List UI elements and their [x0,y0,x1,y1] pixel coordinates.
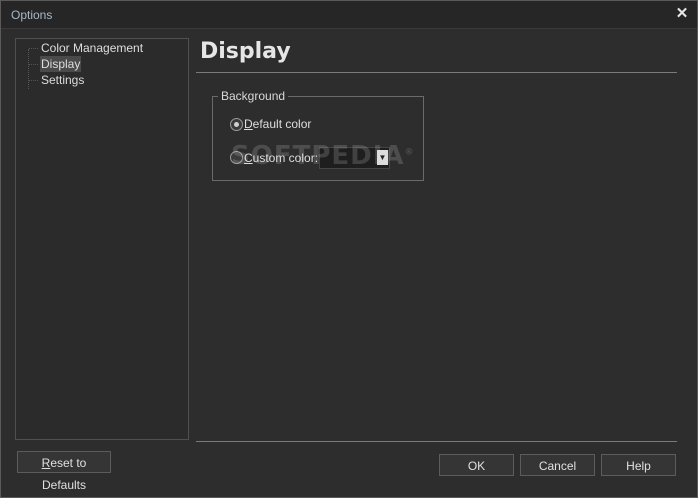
reset-to-defaults-button[interactable]: Reset to Defaults [17,451,111,492]
tree-guide-line [28,49,38,89]
close-icon[interactable]: ✕ [673,5,691,23]
tree-guide-line [29,48,38,49]
cancel-button[interactable]: Cancel [520,454,595,476]
tree-item-display[interactable]: Display [40,56,82,72]
window-title: Options [11,8,53,22]
footer-divider [196,441,677,442]
title-bar: Options ✕ [1,1,697,29]
options-tree: Color Management Display Settings [15,38,189,440]
tree-guide-line [29,80,38,81]
ok-button[interactable]: OK [439,454,514,476]
help-button[interactable]: Help [601,454,676,476]
heading-divider [196,72,677,73]
default-color-radio[interactable] [230,118,243,131]
options-dialog: Options ✕ Color Management Display Setti… [0,0,698,498]
tree-item-color-management[interactable]: Color Management [40,40,144,56]
tree-item-settings[interactable]: Settings [40,72,85,88]
page-title: Display [200,39,291,64]
watermark: SOFTPEDIA® [231,141,415,171]
groupbox-label: Background [218,89,289,103]
default-color-label[interactable]: Default color [244,117,311,131]
tree-guide-line [29,64,38,65]
